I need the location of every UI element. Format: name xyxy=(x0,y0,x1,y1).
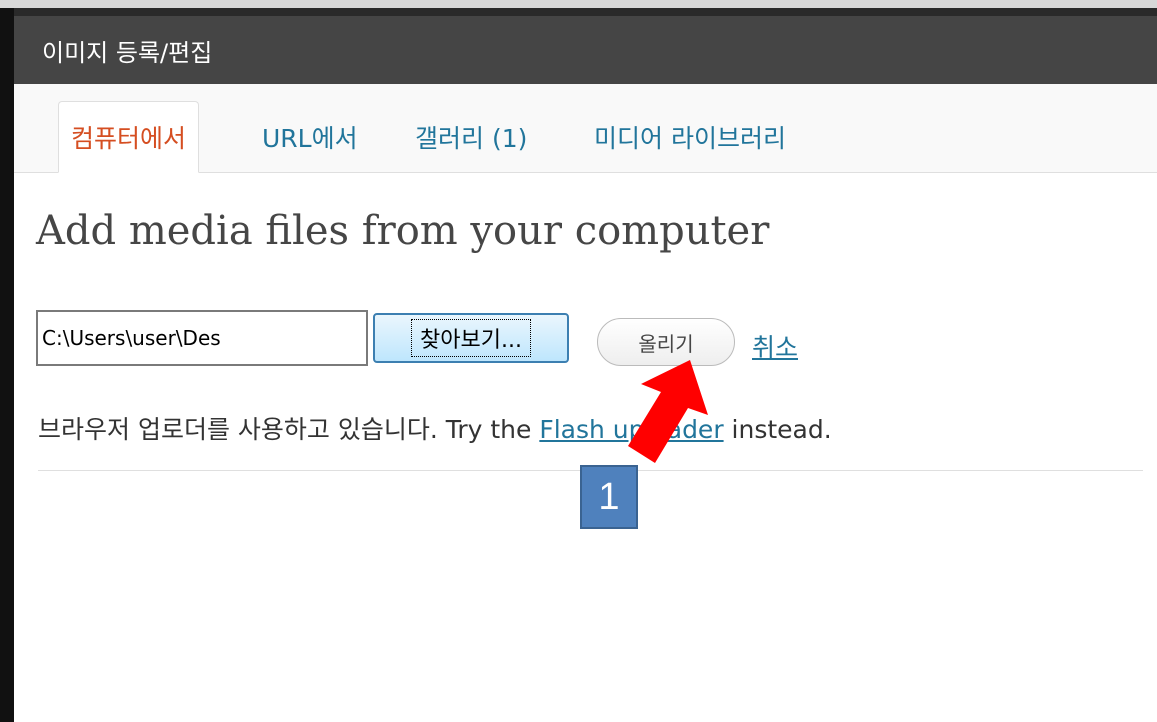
browse-button-label: 찾아보기... xyxy=(411,319,531,357)
uploader-info-suffix: instead. xyxy=(723,415,832,444)
upload-button[interactable]: 올리기 xyxy=(597,318,735,366)
step-number-badge: 1 xyxy=(580,465,638,529)
dialog-title: 이미지 등록/편집 xyxy=(42,38,213,67)
tab-label: 컴퓨터에서 xyxy=(71,124,187,153)
tab-label: URL에서 xyxy=(262,124,358,153)
browse-button[interactable]: 찾아보기... xyxy=(373,313,569,363)
tab-gallery[interactable]: 갤러리 (1) xyxy=(415,101,527,173)
uploader-info: 브라우저 업로더를 사용하고 있습니다. Try the Flash uploa… xyxy=(38,410,832,446)
tab-media-library[interactable]: 미디어 라이브러리 xyxy=(594,101,786,173)
tab-from-url[interactable]: URL에서 xyxy=(262,101,358,173)
page-heading: Add media files from your computer xyxy=(36,208,770,254)
flash-uploader-link[interactable]: Flash uploader xyxy=(539,415,723,444)
tab-from-computer[interactable]: 컴퓨터에서 xyxy=(58,101,200,173)
dialog-titlebar: 이미지 등록/편집 xyxy=(14,8,1157,84)
background-window-strip xyxy=(0,0,1157,8)
file-path-input[interactable]: C:\Users\user\Des xyxy=(36,310,368,366)
background-window-edge xyxy=(0,8,14,722)
tab-label: 미디어 라이브러리 xyxy=(594,124,786,153)
tab-bar: 컴퓨터에서 URL에서 갤러리 (1) 미디어 라이브러리 xyxy=(14,84,1157,173)
tab-label: 갤러리 (1) xyxy=(415,124,528,153)
uploader-info-text: 브라우저 업로더를 사용하고 있습니다. Try the xyxy=(38,415,540,444)
cancel-link[interactable]: 취소 xyxy=(752,328,798,364)
